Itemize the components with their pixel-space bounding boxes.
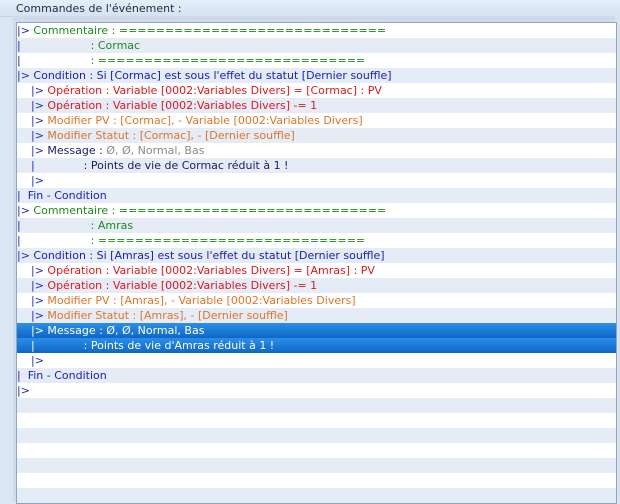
command-row[interactable]: |> Commentaire : =======================… bbox=[17, 203, 616, 218]
command-row[interactable]: |> Message : Ø, Ø, Normal, Bas bbox=[17, 323, 616, 338]
tree-connector: |> bbox=[17, 174, 48, 187]
tree-connector: |> bbox=[17, 309, 48, 322]
command-text: Commentaire : ==========================… bbox=[33, 204, 387, 217]
command-row[interactable]: |> bbox=[17, 353, 616, 368]
command-text: Opération : Variable [0002:Variables Div… bbox=[47, 279, 318, 292]
tree-connector: |> bbox=[17, 24, 34, 37]
command-row[interactable]: | : Points de vie d'Amras réduit à 1 ! bbox=[17, 338, 616, 353]
command-text: : Cormac bbox=[20, 39, 141, 52]
command-text: Message : bbox=[47, 144, 107, 157]
command-text: Message : Ø, Ø, Normal, Bas bbox=[47, 324, 205, 337]
command-row[interactable]: | : Cormac bbox=[17, 38, 616, 53]
command-row[interactable]: |> bbox=[17, 173, 616, 188]
tree-connector: |> bbox=[17, 354, 48, 367]
command-row[interactable]: | : Points de vie de Cormac réduit à 1 ! bbox=[17, 158, 616, 173]
command-text: Opération : Variable [0002:Variables Div… bbox=[47, 264, 375, 277]
command-text: : Points de vie d'Amras réduit à 1 ! bbox=[34, 339, 275, 352]
event-commands-list[interactable]: |> Commentaire : =======================… bbox=[16, 22, 617, 504]
tree-connector: |> bbox=[17, 99, 48, 112]
tree-connector: | bbox=[17, 369, 28, 382]
command-row[interactable]: |> Modifier Statut : [Amras], - [Dernier… bbox=[17, 308, 616, 323]
tree-connector: |> bbox=[17, 114, 48, 127]
command-row[interactable]: | Fin - Condition bbox=[17, 368, 616, 383]
command-row[interactable]: |> Modifier Statut : [Cormac], - [Dernie… bbox=[17, 128, 616, 143]
tree-connector: | bbox=[17, 339, 35, 352]
tree-connector: |> bbox=[17, 249, 34, 262]
command-row[interactable]: |> Modifier PV : [Amras], - Variable [00… bbox=[17, 293, 616, 308]
command-text: Opération : Variable [0002:Variables Div… bbox=[47, 84, 382, 97]
command-text: : Amras bbox=[20, 219, 134, 232]
command-row[interactable]: |> Message : Ø, Ø, Normal, Bas bbox=[17, 143, 616, 158]
command-text: Ø, Ø, Normal, Bas bbox=[106, 144, 205, 157]
tree-connector: |> bbox=[17, 264, 48, 277]
command-text: Modifier Statut : [Cormac], - [Dernier s… bbox=[47, 129, 295, 142]
command-text: Condition : Si [Amras] est sous l'effet … bbox=[33, 249, 385, 262]
command-row[interactable]: |> Opération : Variable [0002:Variables … bbox=[17, 98, 616, 113]
command-text: Commentaire : ==========================… bbox=[33, 24, 387, 37]
command-row[interactable]: |> Opération : Variable [0002:Variables … bbox=[17, 263, 616, 278]
command-text: Opération : Variable [0002:Variables Div… bbox=[47, 99, 318, 112]
command-row[interactable]: |> Modifier PV : [Cormac], - Variable [0… bbox=[17, 113, 616, 128]
tree-connector: | bbox=[17, 189, 28, 202]
tree-connector: |> bbox=[17, 324, 48, 337]
command-row[interactable]: | : Amras bbox=[17, 218, 616, 233]
tree-connector: |> bbox=[17, 294, 48, 307]
tree-connector: | bbox=[17, 159, 35, 172]
tree-connector: |> bbox=[17, 384, 34, 397]
command-text: Modifier PV : [Cormac], - Variable [0002… bbox=[47, 114, 363, 127]
command-text: Fin - Condition bbox=[27, 369, 107, 382]
tree-connector: |> bbox=[17, 144, 48, 157]
command-text: Modifier PV : [Amras], - Variable [0002:… bbox=[47, 294, 356, 307]
panel-header: Commandes de l'événement : bbox=[0, 0, 620, 17]
command-text: Fin - Condition bbox=[27, 189, 107, 202]
command-row[interactable]: |> Condition : Si [Amras] est sous l'eff… bbox=[17, 248, 616, 263]
panel-title: Commandes de l'événement : bbox=[16, 2, 182, 15]
tree-connector: |> bbox=[17, 129, 48, 142]
command-row[interactable]: |> Opération : Variable [0002:Variables … bbox=[17, 83, 616, 98]
command-row[interactable]: |> Commentaire : =======================… bbox=[17, 23, 616, 38]
command-row[interactable]: |> bbox=[17, 383, 616, 398]
command-text: : ============================= bbox=[20, 54, 366, 67]
tree-connector: |> bbox=[17, 204, 34, 217]
tree-connector: |> bbox=[17, 69, 34, 82]
command-row[interactable]: | : ============================= bbox=[17, 233, 616, 248]
tree-connector: |> bbox=[17, 279, 48, 292]
tree-connector: |> bbox=[17, 84, 48, 97]
command-text: Modifier Statut : [Amras], - [Dernier so… bbox=[47, 309, 288, 322]
command-row[interactable]: | Fin - Condition bbox=[17, 188, 616, 203]
command-row[interactable]: |> Opération : Variable [0002:Variables … bbox=[17, 278, 616, 293]
command-text: : ============================= bbox=[20, 234, 366, 247]
command-row[interactable]: | : ============================= bbox=[17, 53, 616, 68]
command-row[interactable]: |> Condition : Si [Cormac] est sous l'ef… bbox=[17, 68, 616, 83]
command-text: Condition : Si [Cormac] est sous l'effet… bbox=[33, 69, 392, 82]
command-text: : Points de vie de Cormac réduit à 1 ! bbox=[34, 159, 289, 172]
